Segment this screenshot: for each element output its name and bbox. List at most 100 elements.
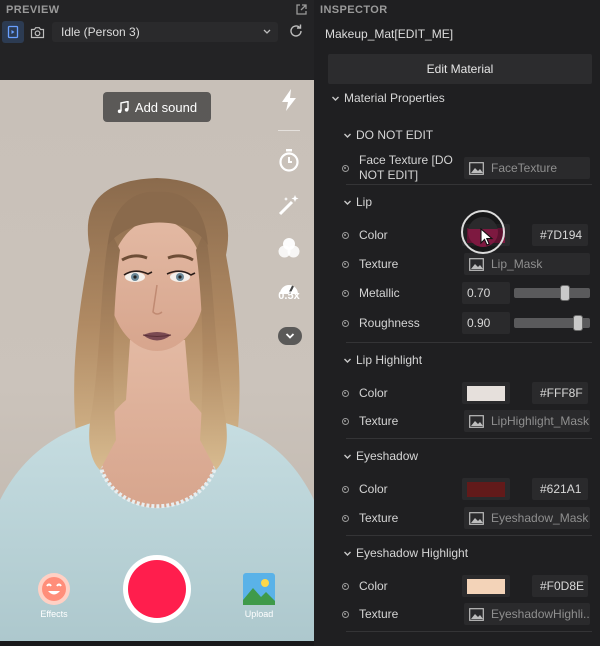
preview-footer <box>0 641 314 646</box>
eyeshadow-highlight-hex-field[interactable]: #F0D8E <box>532 575 588 597</box>
eyeshadow-texture-field[interactable]: Eyeshadow_Mask <box>464 507 590 529</box>
slider-thumb[interactable] <box>560 285 571 301</box>
lip-roughness-slider[interactable] <box>514 312 590 334</box>
eyeshadow-texture-label: Texture <box>359 510 399 525</box>
speed-label: 0.5x <box>278 290 300 302</box>
group-eyeshadow-highlight-toggle[interactable]: Eyeshadow Highlight <box>342 546 468 560</box>
flash-tool[interactable] <box>276 88 302 112</box>
image-icon <box>469 257 484 271</box>
music-note-icon <box>117 100 129 113</box>
lip-highlight-color-swatch[interactable] <box>462 382 510 404</box>
property-bullet-icon <box>342 319 349 327</box>
group-divider <box>346 631 592 632</box>
lip-roughness-field[interactable]: 0.90 <box>462 312 510 334</box>
prop-eyeshadow-color: Color #621A1 <box>342 478 592 500</box>
group-do-not-edit-toggle[interactable]: DO NOT EDIT <box>342 128 433 142</box>
prop-face-texture: Face Texture [DO NOT EDIT] FaceTexture <box>342 153 592 183</box>
material-properties-label: Material Properties <box>344 91 445 105</box>
more-tools-button[interactable] <box>278 327 302 345</box>
prop-lip-highlight-color: Color #FFF8F <box>342 382 592 404</box>
lip-metallic-label: Metallic <box>359 285 400 300</box>
popout-icon[interactable] <box>295 3 308 16</box>
group-divider <box>346 535 592 536</box>
preview-panel: PREVIEW Idle (Person 3) Add sound 0.5x E… <box>0 0 314 646</box>
upload-label: Upload <box>244 609 274 619</box>
filters-tool[interactable] <box>276 236 302 260</box>
group-lip-highlight-toggle[interactable]: Lip Highlight <box>342 353 422 367</box>
group-divider <box>346 184 592 185</box>
eyeshadow-highlight-texture-field[interactable]: EyeshadowHighli... <box>464 603 590 625</box>
inspector-panel: INSPECTOR Makeup_Mat[EDIT_ME] Edit Mater… <box>314 0 600 646</box>
property-bullet-icon <box>342 164 349 172</box>
preview-video-select[interactable]: Idle (Person 3) <box>52 22 278 42</box>
property-bullet-icon <box>342 231 349 239</box>
lip-roughness-label: Roughness <box>359 315 420 330</box>
eyeshadow-highlight-texture-value: EyeshadowHighli... <box>491 607 590 621</box>
chevron-down-icon <box>342 452 352 461</box>
refresh-icon[interactable] <box>288 23 304 39</box>
prop-lip-texture: Texture Lip_Mask <box>342 253 592 275</box>
lip-highlight-hex-field[interactable]: #FFF8F <box>532 382 588 404</box>
upload-button[interactable]: Upload <box>238 572 280 619</box>
property-bullet-icon <box>342 582 349 590</box>
eyeshadow-highlight-color-swatch[interactable] <box>462 575 510 597</box>
group-lip-highlight-label: Lip Highlight <box>356 353 423 367</box>
group-lip-toggle[interactable]: Lip <box>342 195 372 209</box>
group-lip-label: Lip <box>356 195 373 209</box>
filters-icon <box>278 238 300 258</box>
prop-lip-metallic: Metallic 0.70 <box>342 282 592 304</box>
property-bullet-icon <box>342 417 349 425</box>
lip-texture-field[interactable]: Lip_Mask <box>464 253 590 275</box>
preview-video-value: Idle (Person 3) <box>61 25 140 39</box>
prop-eyeshadow-highlight-color: Color #F0D8E <box>342 575 592 597</box>
lip-highlight-color-label: Color <box>359 385 388 400</box>
group-do-not-edit-label: DO NOT EDIT <box>356 128 434 142</box>
camera-mode-button[interactable] <box>26 21 48 43</box>
image-icon <box>469 161 484 175</box>
face-texture-value: FaceTexture <box>491 161 558 175</box>
magic-wand-icon <box>278 195 299 216</box>
lip-color-hex-field[interactable]: #7D194 <box>532 224 588 246</box>
record-button[interactable] <box>123 555 191 623</box>
add-sound-button[interactable]: Add sound <box>103 92 211 122</box>
lip-texture-value: Lip_Mask <box>491 257 543 271</box>
eyeshadow-highlight-swatch-fill <box>467 578 505 594</box>
eyeshadow-hex-field[interactable]: #621A1 <box>532 478 588 500</box>
property-bullet-icon <box>342 260 349 268</box>
face-texture-field[interactable]: FaceTexture <box>464 157 590 179</box>
camera-preview: Add sound 0.5x Effects Upload <box>0 80 314 641</box>
inspector-object-name: Makeup_Mat[EDIT_ME] <box>325 27 454 41</box>
simulator-mode-button[interactable] <box>2 21 24 43</box>
image-icon <box>469 607 484 621</box>
face-texture-label: Face Texture [DO NOT EDIT] <box>359 153 453 182</box>
lip-metallic-slider[interactable] <box>514 282 590 304</box>
material-properties-toggle[interactable]: Material Properties <box>330 91 445 105</box>
beauty-tool[interactable] <box>276 193 302 217</box>
edit-material-button[interactable]: Edit Material <box>328 54 592 84</box>
group-eyeshadow-highlight-label: Eyeshadow Highlight <box>356 546 469 560</box>
eyeshadow-color-swatch[interactable] <box>462 478 510 500</box>
effects-button[interactable]: Effects <box>34 572 74 619</box>
group-eyeshadow-label: Eyeshadow <box>356 449 419 463</box>
eyeshadow-texture-value: Eyeshadow_Mask <box>491 511 589 525</box>
chevron-down-icon <box>263 29 271 34</box>
eyeshadow-highlight-color-label: Color <box>359 578 388 593</box>
chevron-down-icon <box>342 549 352 558</box>
simulator-icon <box>7 25 19 39</box>
prop-lip-roughness: Roughness 0.90 <box>342 312 592 334</box>
slider-thumb[interactable] <box>573 315 584 331</box>
group-eyeshadow-toggle[interactable]: Eyeshadow <box>342 449 418 463</box>
lip-metallic-field[interactable]: 0.70 <box>462 282 510 304</box>
lip-highlight-swatch-fill <box>467 385 505 401</box>
record-button-inner <box>128 560 186 618</box>
camera-icon <box>30 26 44 38</box>
eyeshadow-highlight-texture-label: Texture <box>359 606 399 621</box>
speed-tool[interactable]: 0.5x <box>276 280 302 302</box>
timer-tool[interactable] <box>276 148 302 172</box>
property-bullet-icon <box>342 485 349 493</box>
lip-highlight-texture-field[interactable]: LipHighlight_Mask <box>464 410 590 432</box>
lip-highlight-texture-value: LipHighlight_Mask <box>491 414 590 428</box>
property-bullet-icon <box>342 389 349 397</box>
property-bullet-icon <box>342 289 349 297</box>
gallery-icon <box>243 573 275 605</box>
